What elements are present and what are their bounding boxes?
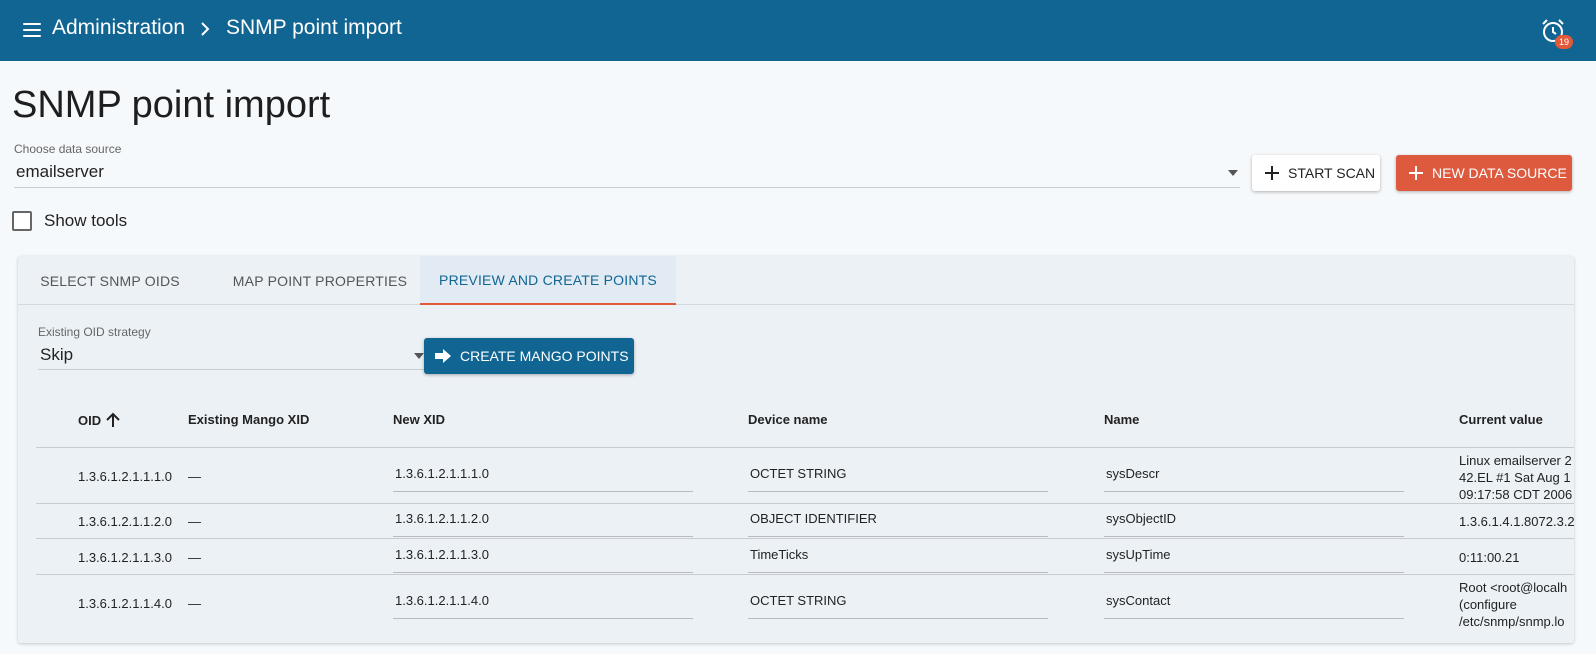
name-input[interactable]: sysUpTime [1104,541,1404,573]
new-xid-input[interactable]: 1.3.6.1.2.1.1.1.0 [393,460,693,492]
current-value-line: Root <root@localh [1459,580,1568,595]
column-header-label: OID [78,413,102,428]
chevron-right-icon [201,22,210,36]
plus-icon [1264,165,1280,181]
device-name-input[interactable]: OBJECT IDENTIFIER [748,505,1048,537]
oid-cell: 1.3.6.1.2.1.1.1.0 [78,469,172,484]
new-data-source-button[interactable]: NEW DATA SOURCE [1396,155,1572,191]
oid-strategy-select[interactable]: Skip [38,340,432,370]
device-name-input[interactable]: OCTET STRING [748,587,1048,619]
create-mango-points-button[interactable]: CREATE MANGO POINTS [424,338,634,374]
current-value-cell: 0:11:00.21 [1459,549,1574,566]
column-header-existing-xid[interactable]: Existing Mango XID [188,412,309,427]
table-row: 1.3.6.1.2.1.1.2.0 — 1.3.6.1.2.1.1.2.0 OB… [36,505,1574,539]
current-value-line: 09:17:58 CDT 2006 [1459,487,1573,502]
breadcrumb-administration[interactable]: Administration [52,16,185,40]
oid-cell: 1.3.6.1.2.1.1.2.0 [78,514,172,529]
top-app-bar: Administration SNMP point import 19 [0,0,1596,61]
current-value-line: 42.EL #1 Sat Aug 1 [1459,470,1571,485]
name-input[interactable]: sysDescr [1104,460,1404,492]
tab-preview-and-create-points[interactable]: PREVIEW AND CREATE POINTS [420,256,676,305]
current-value-cell: 1.3.6.1.4.1.8072.3.2. [1459,513,1574,530]
existing-xid-cell: — [188,469,201,484]
alarm-count-badge: 19 [1555,35,1573,49]
show-tools-toggle[interactable]: Show tools [12,211,127,231]
caret-down-icon [414,353,424,359]
new-xid-input[interactable]: 1.3.6.1.2.1.1.2.0 [393,505,693,537]
tab-label: PREVIEW AND CREATE POINTS [439,271,657,288]
name-input[interactable]: sysObjectID [1104,505,1404,537]
table-row: 1.3.6.1.2.1.1.4.0 — 1.3.6.1.2.1.1.4.0 OC… [36,576,1574,631]
existing-xid-cell: — [188,596,201,611]
device-name-input[interactable]: TimeTicks [748,541,1048,573]
existing-xid-cell: — [188,514,201,529]
arrow-up-icon [106,412,120,427]
breadcrumb-current-page: SNMP point import [226,16,402,39]
name-input[interactable]: sysContact [1104,587,1404,619]
tab-select-snmp-oids[interactable]: SELECT SNMP OIDS [18,256,202,305]
column-header-name[interactable]: Name [1104,412,1139,427]
tab-label: SELECT SNMP OIDS [40,272,180,289]
table-row: 1.3.6.1.2.1.1.3.0 — 1.3.6.1.2.1.1.3.0 Ti… [36,540,1574,575]
column-header-oid[interactable]: OID [78,412,121,428]
column-header-current-value[interactable]: Current value [1459,412,1543,427]
new-data-source-label: NEW DATA SOURCE [1432,165,1567,181]
show-tools-checkbox[interactable] [12,211,32,231]
column-header-device-name[interactable]: Device name [748,412,828,427]
oid-strategy-value: Skip [40,345,74,364]
current-value-cell: Linux emailserver 2 42.EL #1 Sat Aug 1 0… [1459,452,1574,503]
caret-down-icon [1228,170,1238,176]
menu-icon[interactable] [20,18,44,42]
page-title: SNMP point import [12,84,331,126]
tab-label: MAP POINT PROPERTIES [232,272,408,289]
new-xid-input[interactable]: 1.3.6.1.2.1.1.4.0 [393,587,693,619]
start-scan-button[interactable]: START SCAN [1252,155,1380,191]
step-tabs: SELECT SNMP OIDS MAP POINT PROPERTIES PR… [18,256,1574,305]
data-source-value: emailserver [16,162,104,181]
data-source-label: Choose data source [14,142,122,156]
table-header: OID Existing Mango XID New XID Device na… [36,392,1574,448]
current-value-line: Linux emailserver 2 [1459,453,1572,468]
tab-map-point-properties[interactable]: MAP POINT PROPERTIES [202,256,438,305]
current-value-line: 1.3.6.1.4.1.8072.3.2. [1459,514,1574,529]
oid-cell: 1.3.6.1.2.1.1.3.0 [78,550,172,565]
show-tools-label: Show tools [44,211,128,230]
current-value-line: 0:11:00.21 [1459,550,1520,565]
arrow-right-icon [435,349,451,363]
import-card: SELECT SNMP OIDS MAP POINT PROPERTIES PR… [18,256,1574,643]
table-row: 1.3.6.1.2.1.1.1.0 — 1.3.6.1.2.1.1.1.0 OC… [36,449,1574,504]
new-xid-input[interactable]: 1.3.6.1.2.1.1.3.0 [393,541,693,573]
oid-cell: 1.3.6.1.2.1.1.4.0 [78,596,172,611]
oid-strategy-label: Existing OID strategy [38,325,151,339]
column-header-new-xid[interactable]: New XID [393,412,445,427]
create-mango-points-label: CREATE MANGO POINTS [460,348,629,364]
device-name-input[interactable]: OCTET STRING [748,460,1048,492]
current-value-cell: Root <root@localh (configure /etc/snmp/s… [1459,579,1574,630]
data-source-select[interactable]: emailserver [14,158,1240,188]
current-value-line: /etc/snmp/snmp.lo [1459,614,1565,629]
plus-icon [1408,165,1424,181]
current-value-line: (configure [1459,597,1517,612]
existing-xid-cell: — [188,550,201,565]
start-scan-label: START SCAN [1288,165,1376,181]
